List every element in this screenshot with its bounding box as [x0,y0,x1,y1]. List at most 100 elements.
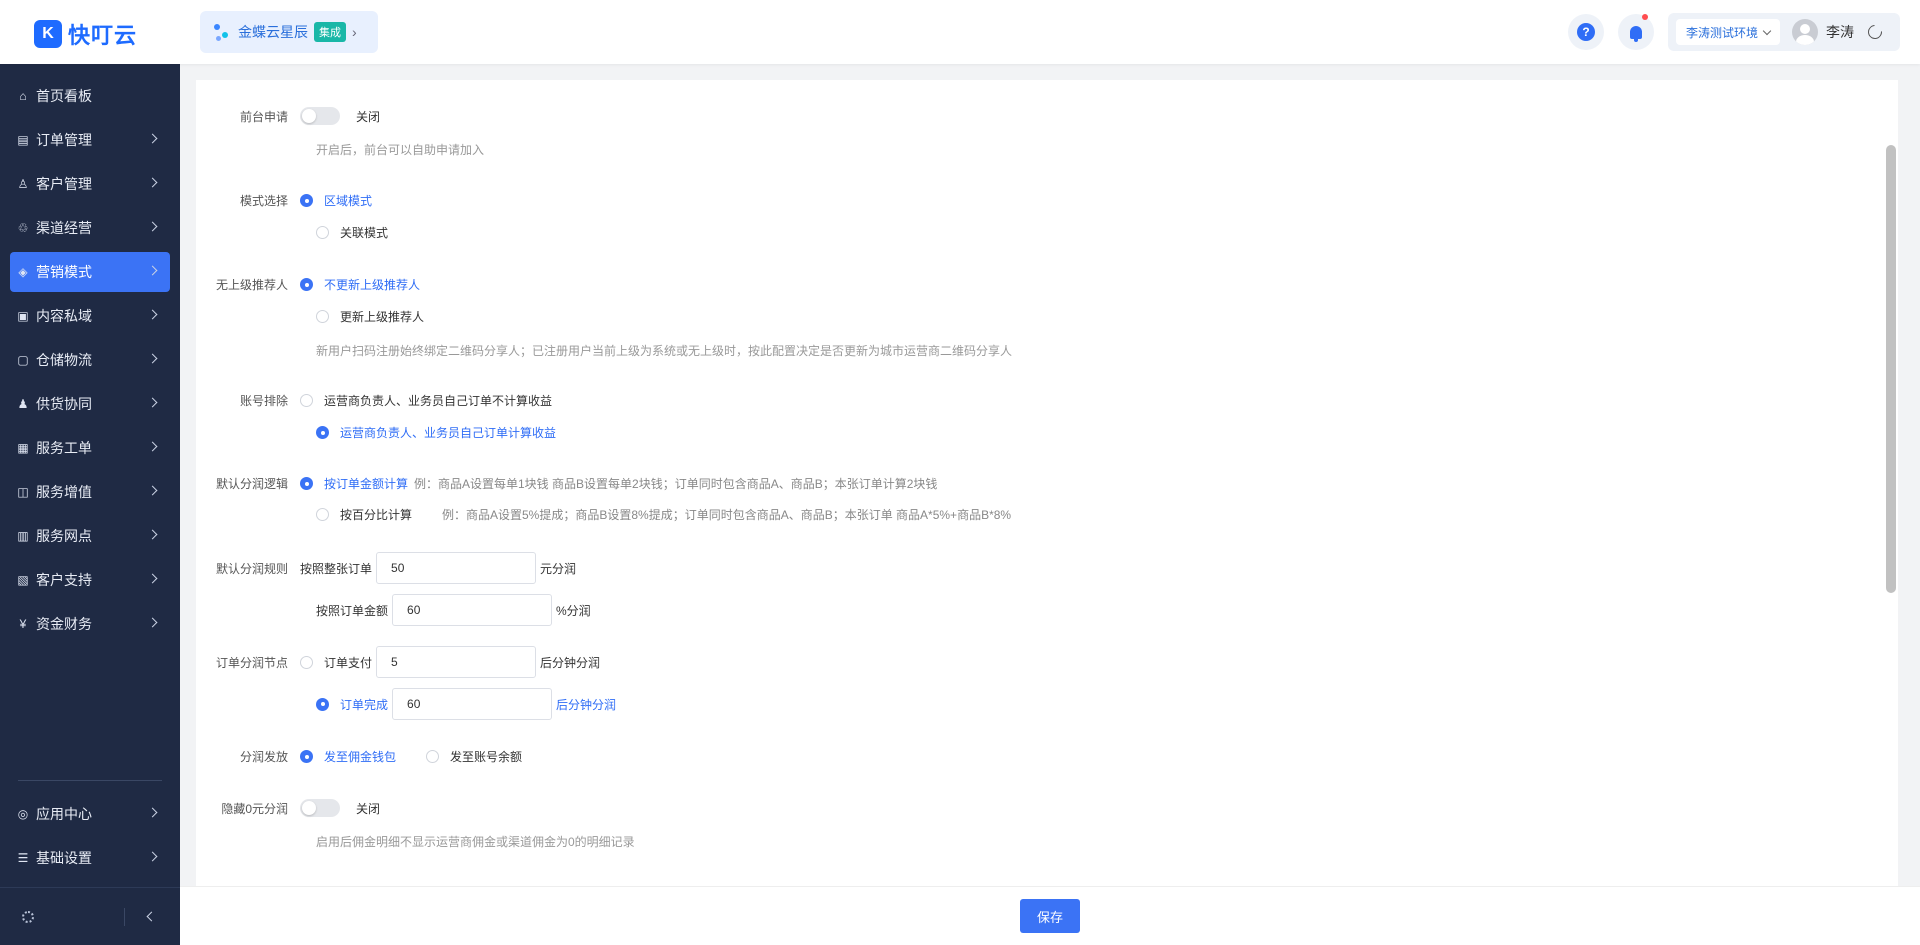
ticket-icon: ▦ [17,441,29,455]
chevron-right-icon [147,133,158,144]
mode-label: 模式选择 [239,194,288,208]
sidebar-item-m6[interactable]: ▢ 仓储物流 [10,340,170,380]
include-self-orders-radio[interactable]: 运营商负责人、业务员自己订单计算收益 [316,424,556,441]
update-referrer-radio[interactable]: 更新上级推荐人 [316,308,424,325]
sidebar-item-m10[interactable]: ▥ 服务网点 [10,516,170,556]
radio-unchecked-icon [316,508,329,521]
hide-zero-switch[interactable] [300,799,340,817]
account-exclude-label: 账号排除 [239,394,288,408]
sidebar-item-m1[interactable]: ▤ 订单管理 [10,120,170,160]
order-paid-radio[interactable]: 订单支付 [300,654,376,671]
refresh-icon[interactable] [1865,22,1885,42]
sidebar-item-m5[interactable]: ▣ 内容私域 [10,296,170,336]
radio-checked-icon [300,278,313,291]
rule-order-unit: 元分润 [540,561,577,576]
front-apply-switch[interactable] [300,107,340,125]
sidebar-item-m0[interactable]: ⌂ 首页看板 [10,76,170,116]
rule-order-input[interactable]: 50 [376,552,537,584]
channel-icon: ♲ [17,221,29,235]
chevron-right-icon [147,397,158,408]
radio-label: 发至佣金钱包 [324,750,397,764]
rule-amount-input[interactable]: 60 [392,594,553,626]
notification-badge [1642,14,1648,20]
chevron-right-icon [147,573,158,584]
mode-linked-radio[interactable]: 关联模式 [316,224,388,241]
radio-checked-icon [300,194,313,207]
store-icon: ▥ [17,529,29,543]
user-icon: ♙ [17,177,29,191]
front-apply-switch-text: 关闭 [356,109,381,124]
by-amount-example: 例：商品A设置每单1块钱 商品B设置每单2块钱；订单同时包含商品A、商品B；本张… [414,477,938,491]
settings-panel: 前台申请 关闭 开启后，前台可以自助申请加入 模式选择 区域模式 关联模式 无上… [196,80,1898,886]
chevron-right-icon [147,441,158,452]
front-apply-hint: 开启后，前台可以自助申请加入 [316,143,485,157]
order-completed-input[interactable]: 60 [392,688,553,720]
chevron-right-icon [147,617,158,628]
radio-label: 关联模式 [340,226,389,240]
app-logo[interactable]: K 快叮云 [34,18,137,50]
chevron-right-icon [147,177,158,188]
sidebar-item-m7[interactable]: ♟ 供货协同 [10,384,170,424]
sidebar: ⌂ 首页看板 ▤ 订单管理 ♙ 客户管理 ♲ 渠道经营 ◈ 营销模式 ▣ 内容私域 ▢ 仓储物流 ♟ 供货协同… [0,64,180,945]
radio-label: 运营商负责人、业务员自己订单不计算收益 [324,394,553,408]
order-paid-input[interactable]: 5 [376,646,537,678]
sidebar-footer [0,887,180,945]
sidebar-item-label: 仓储物流 [36,352,92,368]
radio-unchecked-icon [300,655,313,669]
sidebar-item-m4[interactable]: ◈ 营销模式 [10,252,170,292]
no-update-referrer-radio[interactable]: 不更新上级推荐人 [300,276,420,293]
radio-unchecked-icon [300,394,313,407]
by-amount-radio[interactable]: 按订单金额计算 [300,475,414,492]
exclude-self-orders-radio[interactable]: 运营商负责人、业务员自己订单不计算收益 [300,392,552,409]
order-completed-radio[interactable]: 订单完成 [316,696,392,713]
mode-region-radio[interactable]: 区域模式 [300,192,372,209]
rule-amount-prefix: 按照订单金额 [316,603,389,618]
top-header: K 快叮云 金蝶云星辰 集成 › ? 李涛测试环境 李涛 [0,0,1920,64]
by-percent-radio[interactable]: 按百分比计算 [316,506,442,523]
sidebar-item-m9[interactable]: ◫ 服务增值 [10,472,170,512]
rule-amount-unit: %分润 [556,603,591,618]
notification-button[interactable] [1618,14,1654,50]
by-percent-example: 例：商品A设置5%提成；商品B设置8%提成；订单同时包含商品A、商品B；本张订单… [442,508,1012,522]
sidebar-item-m3[interactable]: ♲ 渠道经营 [10,208,170,248]
payout-wallet-radio[interactable]: 发至佣金钱包 [300,748,426,765]
chevron-right-icon [147,265,158,276]
integration-selector[interactable]: 金蝶云星辰 集成 › [200,11,378,53]
sidebar-item-label: 应用中心 [36,806,92,822]
gear-icon[interactable] [22,910,34,923]
scrollbar-thumb[interactable] [1886,145,1896,593]
cube-icon: ◎ [17,807,29,821]
chevron-right-icon [147,353,158,364]
radio-checked-icon [300,477,313,490]
save-button[interactable]: 保存 [1020,899,1080,933]
user-name[interactable]: 李涛 [1826,22,1854,42]
user-area: 李涛测试环境 李涛 [1668,13,1900,51]
radio-unchecked-icon [316,226,329,239]
sidebar-item-m2[interactable]: ♙ 客户管理 [10,164,170,204]
sidebar-item-label: 首页看板 [36,88,92,104]
chevron-right-icon [147,529,158,540]
sidebar-item-m12[interactable]: ¥ 资金财务 [10,604,170,644]
chevron-right-icon [147,309,158,320]
radio-checked-icon [300,750,313,763]
chevron-right-icon: › [352,24,357,40]
radio-label: 按百分比计算 [340,508,413,522]
bottom-action-bar: 保存 [180,886,1920,945]
order-icon: ▤ [17,133,29,147]
sidebar-item-b1[interactable]: ☰ 基础设置 [10,838,170,878]
sidebar-divider [18,780,162,781]
vertical-scrollbar[interactable] [1886,145,1896,865]
radio-unchecked-icon [426,750,439,763]
sidebar-item-m11[interactable]: ▧ 客户支持 [10,560,170,600]
environment-select[interactable]: 李涛测试环境 [1676,19,1781,45]
sidebar-item-b0[interactable]: ◎ 应用中心 [10,794,170,834]
sidebar-item-m8[interactable]: ▦ 服务工单 [10,428,170,468]
payout-balance-radio[interactable]: 发至账号余额 [426,748,522,765]
collapse-sidebar-icon[interactable] [146,911,157,922]
sidebar-item-label: 订单管理 [36,132,92,148]
help-button[interactable]: ? [1568,14,1604,50]
sidebar-item-label: 客户支持 [36,572,92,588]
avatar[interactable] [1792,19,1819,45]
radio-unchecked-icon [316,310,329,323]
bell-icon [1630,25,1642,42]
